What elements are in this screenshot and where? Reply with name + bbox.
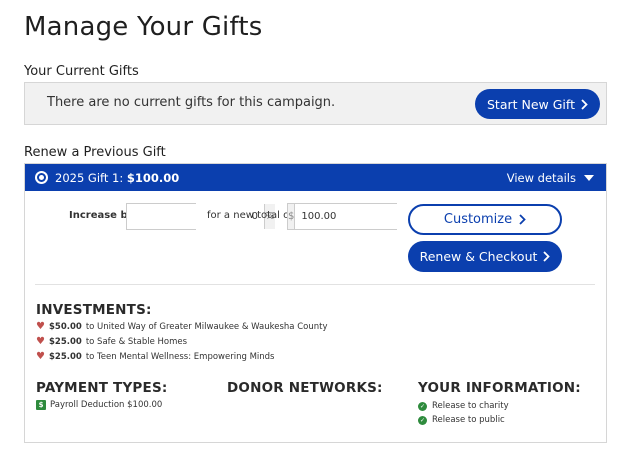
investments-heading: INVESTMENTS: <box>36 302 152 318</box>
section-divider <box>35 284 595 285</box>
info-item-label: Release to charity <box>432 401 509 411</box>
renew-gift-title: Renew a Previous Gift <box>24 145 166 160</box>
renew-checkout-label: Renew & Checkout <box>419 249 538 264</box>
payment-item: $ Payroll Deduction $100.00 <box>36 400 162 410</box>
view-details-label: View details <box>506 171 576 185</box>
check-circle-icon: ✓ <box>418 401 427 411</box>
dollar-badge-icon: $ <box>36 400 46 410</box>
radio-selected-icon[interactable] <box>35 171 48 184</box>
investment-item: ♥ $50.00 to United Way of Greater Milwau… <box>36 321 328 332</box>
investment-amount: $50.00 <box>49 321 82 332</box>
investment-item: ♥ $25.00 to Safe & Stable Homes <box>36 336 187 347</box>
currency-addon: $ <box>288 204 296 229</box>
new-total-group: $ <box>287 203 433 230</box>
renew-checkout-button[interactable]: Renew & Checkout <box>408 241 562 272</box>
chevron-right-icon <box>581 98 588 110</box>
investment-designation: to United Way of Greater Milwaukee & Wau… <box>85 321 328 332</box>
gift-header[interactable]: 2025 Gift 1: $100.00 View details <box>25 164 606 191</box>
chevron-right-icon <box>543 251 551 262</box>
donor-networks-heading: DONOR NETWORKS: <box>227 380 383 396</box>
customize-label: Customize <box>443 212 513 227</box>
chevron-right-icon <box>519 214 526 225</box>
heart-icon: ♥ <box>36 351 45 362</box>
gift-title: 2025 Gift 1: $100.00 <box>55 171 179 185</box>
check-circle-icon: ✓ <box>418 415 427 425</box>
no-gifts-message: There are no current gifts for this camp… <box>47 95 336 110</box>
investment-amount: $25.00 <box>49 336 82 347</box>
investment-designation: to Teen Mental Wellness: Empowering Mind… <box>85 351 275 362</box>
view-details-toggle[interactable]: View details <box>507 171 594 185</box>
start-new-gift-label: Start New Gift <box>487 96 575 112</box>
current-gifts-title: Your Current Gifts <box>24 64 139 79</box>
heart-icon: ♥ <box>36 336 45 347</box>
heart-icon: ♥ <box>36 321 45 332</box>
your-information-heading: YOUR INFORMATION: <box>418 380 581 396</box>
payment-item-label: Payroll Deduction $100.00 <box>50 400 163 410</box>
investment-item: ♥ $25.00 to Teen Mental Wellness: Empowe… <box>36 351 274 362</box>
gift-amount: $100.00 <box>126 171 180 185</box>
current-gifts-box: There are no current gifts for this camp… <box>24 82 607 125</box>
customize-button[interactable]: Customize <box>408 204 562 235</box>
caret-down-icon <box>584 175 594 181</box>
investment-amount: $25.00 <box>49 351 82 362</box>
previous-gift-panel: 2025 Gift 1: $100.00 View details Increa… <box>24 163 607 443</box>
info-item-label: Release to public <box>432 415 505 425</box>
payment-types-heading: PAYMENT TYPES: <box>36 380 168 396</box>
new-total-label: for a new total of <box>207 210 293 221</box>
investment-designation: to Safe & Stable Homes <box>85 336 188 347</box>
start-new-gift-button[interactable]: Start New Gift <box>475 89 600 119</box>
info-item: ✓ Release to public <box>418 415 505 425</box>
info-item: ✓ Release to charity <box>418 401 509 411</box>
increase-by-label: Increase by <box>69 210 135 221</box>
page-title: Manage Your Gifts <box>24 12 263 42</box>
increase-percent-group: % <box>126 203 275 230</box>
gift-name: 2025 Gift 1: <box>55 171 124 185</box>
